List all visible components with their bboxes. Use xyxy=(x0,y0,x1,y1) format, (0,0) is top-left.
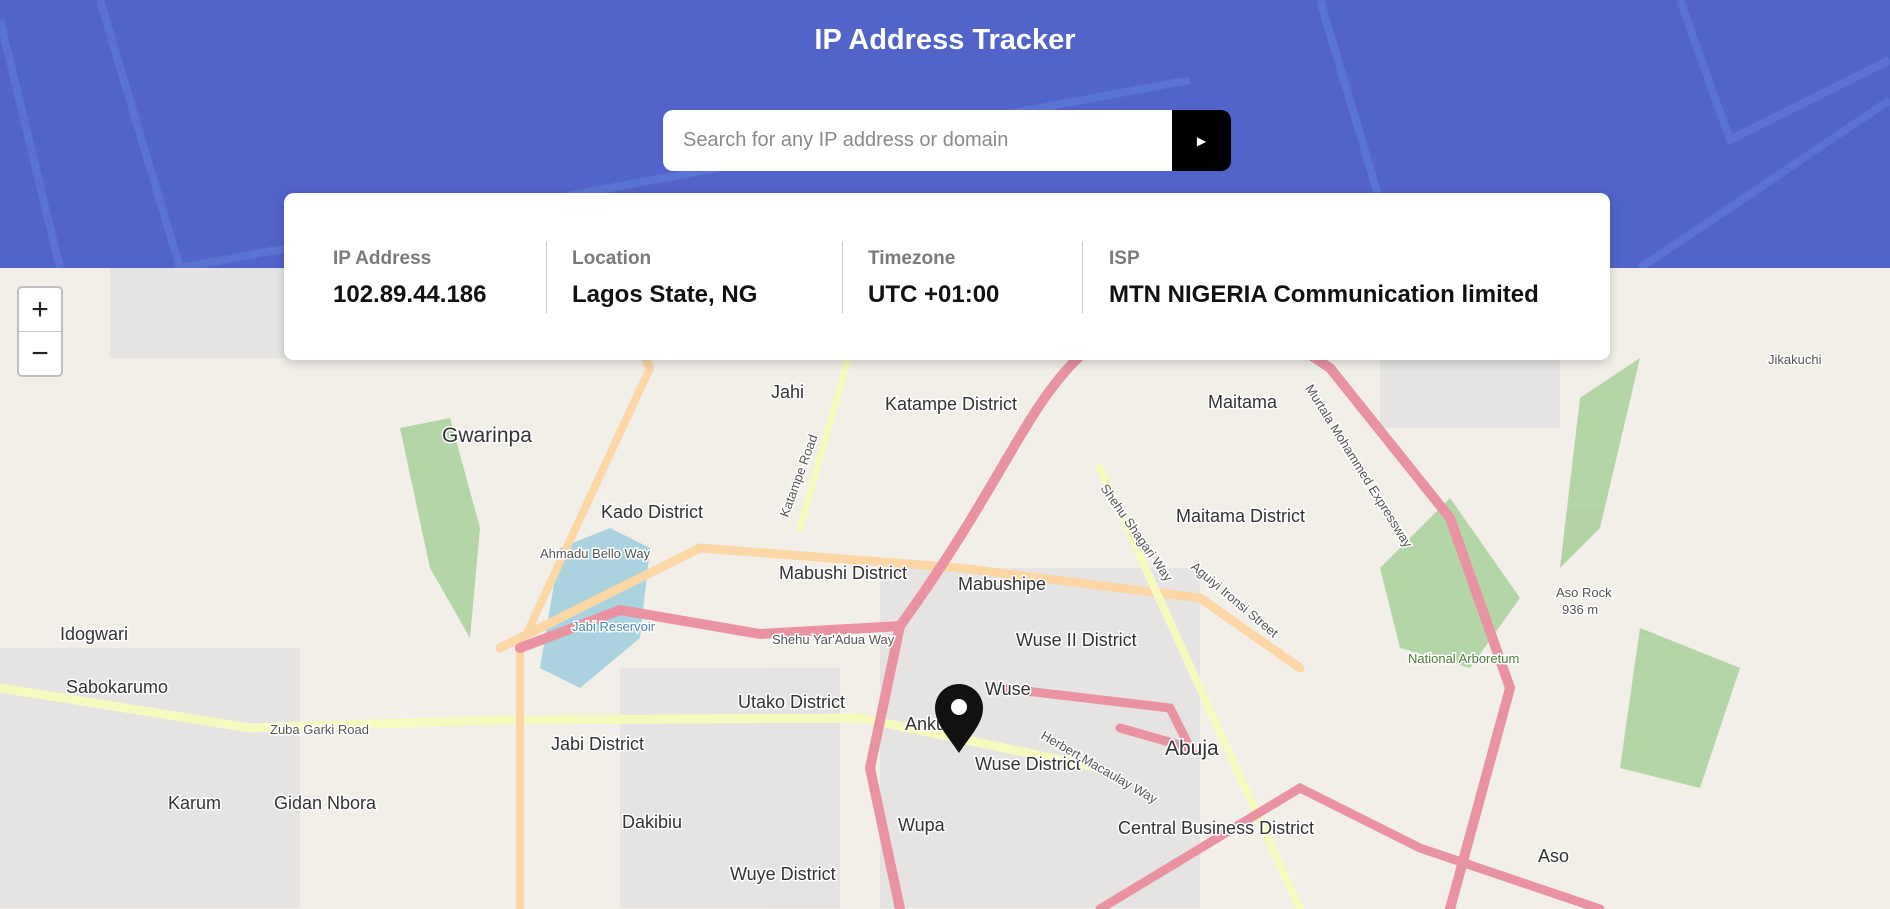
timezone-value: UTC +01:00 xyxy=(868,281,1000,308)
zoom-control: + − xyxy=(17,286,63,377)
search-bar: ▶ xyxy=(663,110,1231,171)
map-label: Mabushipe xyxy=(958,574,1046,594)
map-label: Gwarinpa xyxy=(442,424,532,447)
map-label: Maitama xyxy=(1208,392,1278,412)
timezone-label: Timezone xyxy=(868,248,956,269)
location-value: Lagos State, NG xyxy=(572,281,758,308)
map-label: Katampe District xyxy=(885,394,1017,414)
map-label: Shehu Yar'Adua Way xyxy=(772,632,895,647)
map-label: Dakibiu xyxy=(622,812,682,832)
map-label: Abuja xyxy=(1165,737,1219,760)
divider xyxy=(842,241,843,313)
map-label: Ahmadu Bello Way xyxy=(540,546,651,561)
map-label: Aso xyxy=(1538,846,1569,866)
page-title: IP Address Tracker xyxy=(814,24,1076,56)
zoom-in-button[interactable]: + xyxy=(19,288,61,332)
map-label: Karum xyxy=(168,793,221,813)
map-label: Wuse II District xyxy=(1016,630,1137,650)
map-label: Jikakuchi xyxy=(1768,352,1822,367)
map-label: Mabushi District xyxy=(779,563,907,583)
location-label: Location xyxy=(572,248,652,269)
ip-address-label: IP Address xyxy=(333,248,432,269)
map-label: 936 m xyxy=(1562,602,1598,617)
map-label: Central Business District xyxy=(1118,818,1314,838)
map-label: Sabokarumo xyxy=(66,677,168,697)
map-label: Zuba Garki Road xyxy=(270,722,369,737)
map-label: Wupa xyxy=(898,815,946,835)
map-label: Idogwari xyxy=(60,624,128,644)
map-label: Jabi District xyxy=(551,734,644,754)
divider xyxy=(1082,241,1083,313)
divider xyxy=(546,241,547,313)
zoom-out-button[interactable]: − xyxy=(19,332,61,376)
isp-value: MTN NIGERIA Communication limited xyxy=(1109,281,1539,308)
map[interactable]: Jahi Katampe District Maitama Jikakuchi … xyxy=(0,268,1890,909)
map-label: Wuse xyxy=(985,679,1031,699)
map-label: Maitama District xyxy=(1176,506,1305,526)
chevron-right-icon: ▶ xyxy=(1196,133,1207,148)
map-label: Kado District xyxy=(601,502,703,522)
search-submit-button[interactable]: ▶ xyxy=(1172,110,1231,171)
isp-label: ISP xyxy=(1109,248,1140,269)
map-label: Wuye District xyxy=(730,864,836,884)
map-label: National Arboretum xyxy=(1408,651,1519,666)
map-label: Wuse District xyxy=(975,754,1081,774)
ip-info-card: IP Address 102.89.44.186 Location Lagos … xyxy=(284,193,1610,360)
map-label: Utako District xyxy=(738,692,845,712)
search-input[interactable] xyxy=(663,110,1172,171)
ip-address-value: 102.89.44.186 xyxy=(333,281,487,308)
map-label: Jabi Reservoir xyxy=(572,619,656,634)
map-label: Gidan Nbora xyxy=(274,793,377,813)
map-label: Jahi xyxy=(771,382,804,402)
map-label: Aso Rock xyxy=(1556,585,1612,600)
